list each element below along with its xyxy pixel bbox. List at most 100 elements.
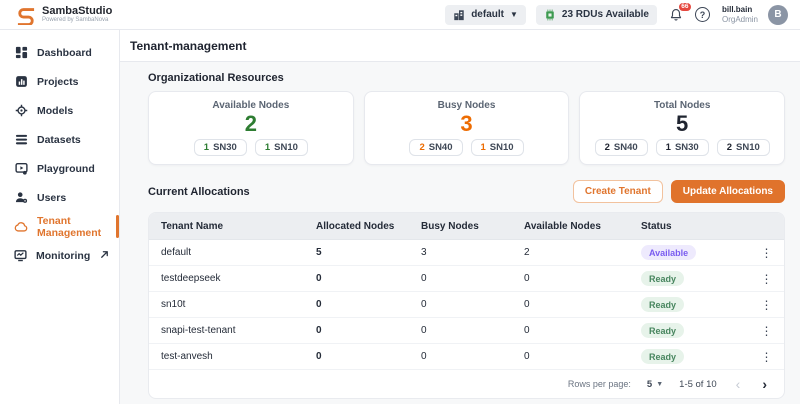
- card-value: 5: [676, 111, 688, 136]
- sidebar-item-label: Datasets: [37, 134, 81, 146]
- card-busy-nodes: Busy Nodes 3 2 SN40 1 SN10: [364, 91, 570, 165]
- page-title: Tenant-management: [120, 30, 800, 62]
- card-value: 2: [245, 111, 257, 136]
- node-chip-label: SN30: [675, 142, 699, 153]
- monitoring-icon: [14, 249, 27, 263]
- status-badge: Ready: [641, 323, 684, 338]
- node-chip-label: SN10: [736, 142, 760, 153]
- card-title: Total Nodes: [654, 100, 710, 111]
- node-chip-label: SN10: [274, 142, 298, 153]
- sidebar-item-label: Dashboard: [37, 47, 92, 59]
- status-badge: Ready: [641, 271, 684, 286]
- sidebar-item-monitoring[interactable]: Monitoring: [0, 241, 119, 270]
- node-chip-label: SN40: [614, 142, 638, 153]
- node-chip-count: 2: [419, 142, 424, 153]
- cell-tenant-name: testdeepseek: [149, 273, 316, 284]
- top-bar: SambaStudio Powered by SambaNova default…: [0, 0, 800, 30]
- card-total-nodes: Total Nodes 5 2 SN40 1 SN30 2 SN10: [579, 91, 785, 165]
- table-row-snapi-test-tenant[interactable]: snapi-test-tenant 0 0 0 Ready ⋮: [149, 318, 784, 344]
- cell-available-nodes: 0: [524, 299, 641, 310]
- cell-busy-nodes: 3: [421, 247, 524, 258]
- create-tenant-button[interactable]: Create Tenant: [573, 180, 663, 203]
- resource-cards: Available Nodes 2 1 SN30 1 SN10 Busy Nod…: [148, 91, 785, 165]
- node-chips: 2 SN40 1 SN30 2 SN10: [595, 139, 770, 156]
- user-role: OrgAdmin: [722, 15, 758, 25]
- allocations-table: Tenant NameAllocated NodesBusy NodesAvai…: [148, 212, 785, 399]
- sidebar-item-users[interactable]: Users: [0, 183, 119, 212]
- sambanova-logo-icon: [16, 5, 36, 25]
- row-actions-menu-button[interactable]: ⋮: [757, 351, 777, 363]
- sidebar-item-label: Playground: [37, 163, 95, 175]
- cell-tenant-name: sn10t: [149, 299, 316, 310]
- sidebar-item-label: Monitoring: [36, 250, 90, 262]
- table-row-sn10t[interactable]: sn10t 0 0 0 Ready ⋮: [149, 292, 784, 318]
- avatar[interactable]: B: [768, 5, 788, 25]
- row-actions-menu-button[interactable]: ⋮: [757, 325, 777, 337]
- app-logo: SambaStudio Powered by SambaNova: [16, 5, 112, 25]
- notifications-button[interactable]: 66: [667, 6, 685, 24]
- playground-icon: [14, 162, 28, 176]
- rows-per-page-select[interactable]: 5 ▼: [647, 379, 663, 390]
- table-row-default[interactable]: default 5 3 2 Available ⋮: [149, 240, 784, 266]
- card-value: 3: [460, 111, 472, 136]
- node-chip: 2 SN10: [717, 139, 770, 156]
- row-actions-menu-button[interactable]: ⋮: [757, 299, 777, 311]
- sidebar-item-datasets[interactable]: Datasets: [0, 125, 119, 154]
- cell-available-nodes: 0: [524, 273, 641, 284]
- cell-busy-nodes: 0: [421, 325, 524, 336]
- column-header-status: Status: [641, 221, 749, 232]
- column-header-allocated-nodes: Allocated Nodes: [316, 221, 421, 232]
- sidebar-item-label: Projects: [37, 76, 78, 88]
- cell-tenant-name: test-anvesh: [149, 351, 316, 362]
- pagination-range: 1-5 of 10: [679, 379, 717, 390]
- node-chip-count: 1: [666, 142, 671, 153]
- dashboard-icon: [14, 46, 28, 60]
- sidebar-item-projects[interactable]: Projects: [0, 67, 119, 96]
- next-page-button[interactable]: ›: [759, 377, 770, 391]
- cell-busy-nodes: 0: [421, 273, 524, 284]
- update-allocations-button[interactable]: Update Allocations: [671, 180, 785, 203]
- table-row-test-anvesh[interactable]: test-anvesh 0 0 0 Ready ⋮: [149, 344, 784, 370]
- cell-available-nodes: 0: [524, 325, 641, 336]
- node-chip-label: SN10: [490, 142, 514, 153]
- cell-allocated-nodes: 0: [316, 351, 421, 362]
- node-chip-count: 2: [727, 142, 732, 153]
- column-header-tenant-name: Tenant Name: [149, 221, 316, 232]
- sidebar-item-dashboard[interactable]: Dashboard: [0, 38, 119, 67]
- projects-icon: [14, 75, 28, 89]
- help-button[interactable]: ?: [695, 7, 710, 22]
- notification-count-badge: 66: [679, 3, 691, 12]
- org-selector-dropdown[interactable]: default ▼: [445, 5, 526, 25]
- card-title: Available Nodes: [212, 100, 289, 111]
- cell-allocated-nodes: 0: [316, 273, 421, 284]
- card-title: Busy Nodes: [438, 100, 496, 111]
- sidebar-item-tenant-management[interactable]: Tenant Management: [0, 212, 119, 241]
- node-chip-count: 1: [481, 142, 486, 153]
- cell-busy-nodes: 0: [421, 351, 524, 362]
- pagination: Rows per page: 5 ▼ 1-5 of 10 ‹ ›: [149, 370, 784, 398]
- node-chip: 1 SN10: [255, 139, 308, 156]
- question-mark-icon: ?: [700, 10, 706, 20]
- row-actions-menu-button[interactable]: ⋮: [757, 273, 777, 285]
- cell-allocated-nodes: 0: [316, 325, 421, 336]
- sidebar-item-label: Models: [37, 105, 73, 117]
- node-chip-count: 2: [605, 142, 610, 153]
- user-name: bill.bain: [722, 5, 758, 15]
- cell-busy-nodes: 0: [421, 299, 524, 310]
- row-actions-menu-button[interactable]: ⋮: [757, 247, 777, 259]
- sidebar-item-models[interactable]: Models: [0, 96, 119, 125]
- rdu-available-badge[interactable]: 23 RDUs Available: [536, 5, 657, 25]
- status-badge: Ready: [641, 297, 684, 312]
- app-subtitle: Powered by SambaNova: [42, 17, 112, 23]
- node-chip: 1 SN10: [471, 139, 524, 156]
- sidebar-item-playground[interactable]: Playground: [0, 154, 119, 183]
- node-chips: 1 SN30 1 SN10: [194, 139, 308, 156]
- node-chip: 2 SN40: [595, 139, 648, 156]
- column-header-available-nodes: Available Nodes: [524, 221, 641, 232]
- node-chip-count: 1: [204, 142, 209, 153]
- chevron-down-icon: ▼: [510, 10, 518, 19]
- organizational-resources-heading: Organizational Resources: [148, 72, 785, 84]
- cell-available-nodes: 0: [524, 351, 641, 362]
- previous-page-button[interactable]: ‹: [733, 377, 744, 391]
- table-row-testdeepseek[interactable]: testdeepseek 0 0 0 Ready ⋮: [149, 266, 784, 292]
